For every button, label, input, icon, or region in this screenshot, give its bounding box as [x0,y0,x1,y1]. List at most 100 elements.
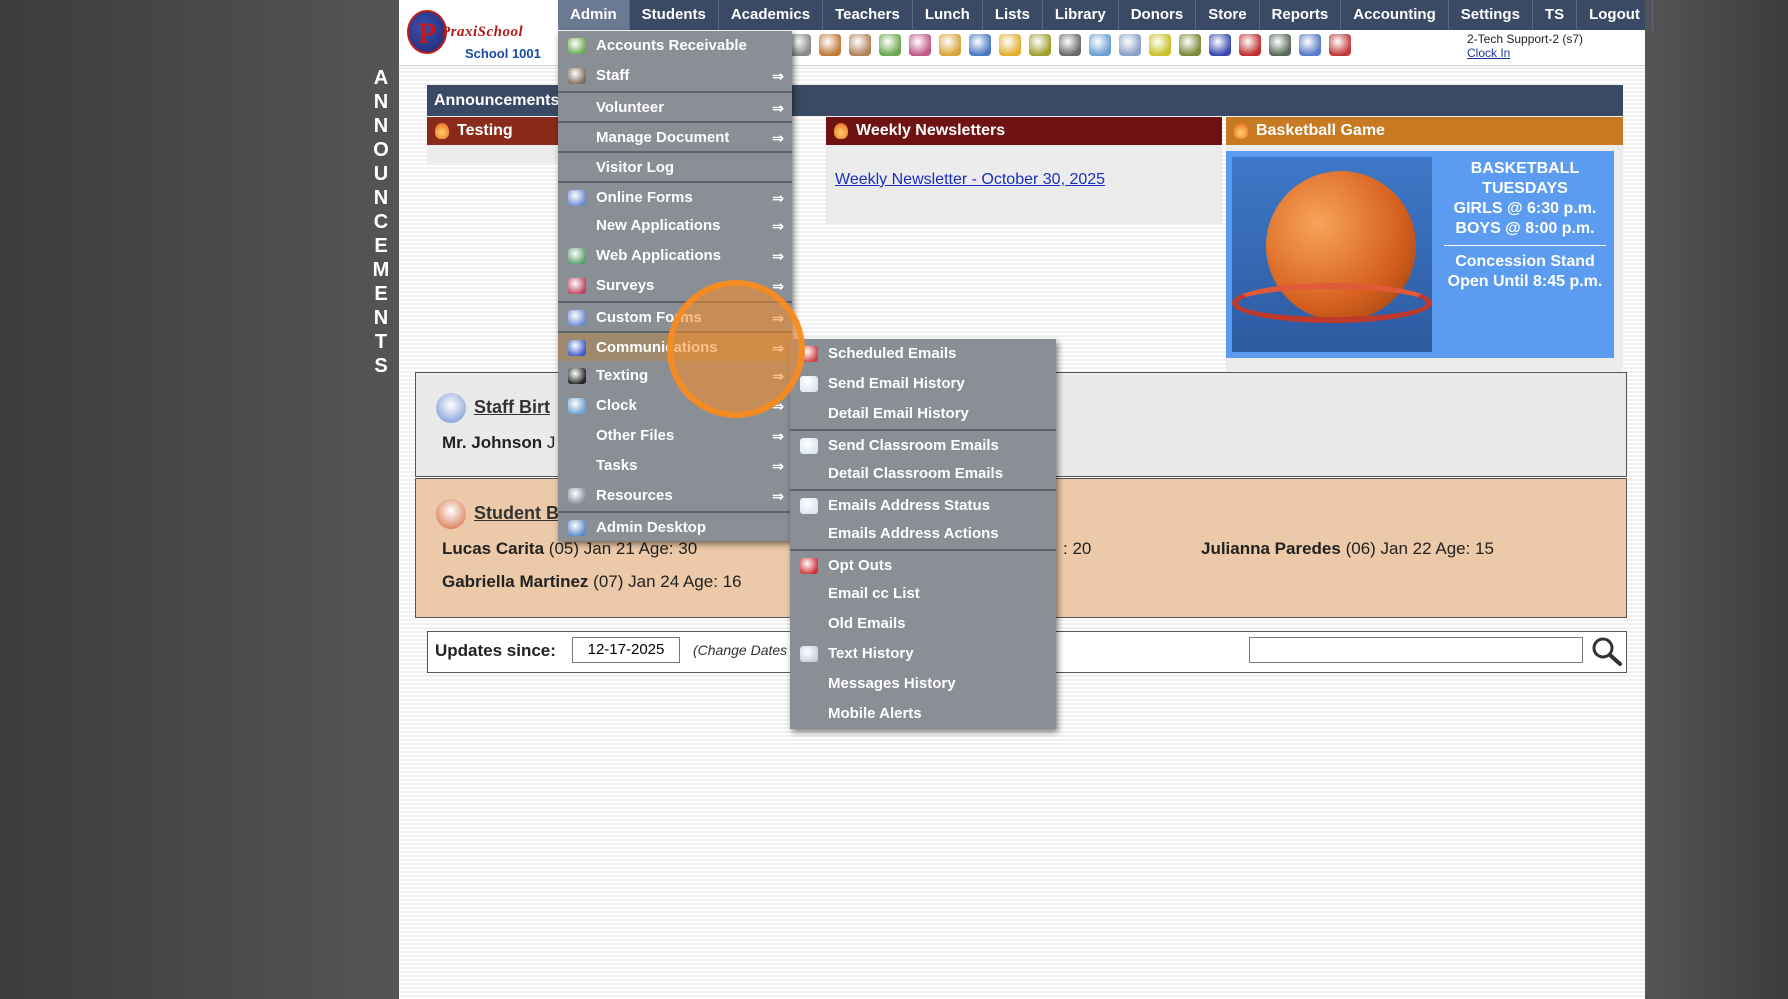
flame-icon [435,123,449,139]
envelope-icon [800,498,818,514]
nav-lunch[interactable]: Lunch [913,0,983,30]
menu-item-online-forms[interactable]: Online Forms ⇒ [558,181,792,211]
nav-ts[interactable]: TS [1533,0,1578,30]
menu-item-accounts-receivable[interactable]: Accounts Receivable [558,31,792,61]
menu-item-admin-desktop[interactable]: Admin Desktop [558,511,792,541]
menu-item-resources[interactable]: Resources ⇒ [558,481,792,511]
announcement-basketball-header: Basketball Game [1226,117,1623,145]
nav-logout[interactable]: Logout [1577,0,1653,30]
nav-settings[interactable]: Settings [1449,0,1533,30]
money-icon[interactable] [879,34,901,56]
menu-item-emails-address-actions[interactable]: Emails Address Actions [790,519,1056,549]
updates-date-input[interactable]: 12-17-2025 [572,637,680,663]
menu-item-new-applications[interactable]: New Applications ⇒ [558,211,792,241]
submenu-arrow-icon: ⇒ [772,488,784,504]
submenu-arrow-icon: ⇒ [772,278,784,294]
student-birthdays-title[interactable]: Student B [474,503,559,524]
menu-item-label: Send Email History [828,375,965,392]
menu-item-clock[interactable]: Clock ⇒ [558,391,792,421]
lunch-icon[interactable] [939,34,961,56]
menu-item-visitor-log[interactable]: Visitor Log [558,151,792,181]
menu-item-volunteer[interactable]: Volunteer ⇒ [558,91,792,121]
vertical-letter: A [373,67,389,89]
menu-item-email-cc-list[interactable]: Email cc List [790,579,1056,609]
nav-admin[interactable]: Admin [558,0,630,30]
money-icon [568,38,586,54]
menu-item-label: Visitor Log [596,159,675,176]
newsletter-link[interactable]: Weekly Newsletter - October 30, 2025 [835,171,1105,189]
basketball-line: TUESDAYS [1482,180,1568,197]
teacher-icon[interactable] [849,34,871,56]
menu-item-label: Clock [596,397,637,414]
search-icon[interactable] [1591,636,1623,666]
nav-academics[interactable]: Academics [719,0,824,30]
menu-item-messages-history[interactable]: Messages History [790,669,1056,699]
submenu-arrow-icon: ⇒ [772,130,784,146]
html-icon [568,190,586,206]
nav-library[interactable]: Library [1043,0,1119,30]
menu-item-text-history[interactable]: Text History [790,639,1056,669]
menu-item-manage-document[interactable]: Manage Document ⇒ [558,121,792,151]
nav-donors[interactable]: Donors [1119,0,1197,30]
menu-item-staff[interactable]: Staff ⇒ [558,61,792,91]
nav-accounting[interactable]: Accounting [1341,0,1449,30]
menu-item-texting[interactable]: Texting ⇒ [558,361,792,391]
menu-item-detail-email-history[interactable]: Detail Email History [790,399,1056,429]
table-icon[interactable] [1119,34,1141,56]
nav-teachers[interactable]: Teachers [823,0,913,30]
menu-item-custom-forms[interactable]: Custom Forms ⇒ [558,301,792,331]
menu-item-label: Opt Outs [828,557,893,574]
menu-item-web-applications[interactable]: Web Applications ⇒ [558,241,792,271]
basketball-line: BASKETBALL [1470,160,1580,177]
card-icon[interactable] [1149,34,1171,56]
nav-store[interactable]: Store [1196,0,1260,30]
menu-item-scheduled-emails[interactable]: Scheduled Emails [790,339,1056,369]
staff-birthday-detail: J [546,433,556,452]
staff-icon[interactable] [1059,34,1081,56]
submenu-arrow-icon: ⇒ [772,190,784,206]
menu-item-old-emails[interactable]: Old Emails [790,609,1056,639]
vertical-letter: C [373,211,389,233]
concession-line: Open Until 8:45 p.m. [1447,273,1603,290]
menu-item-mobile-alerts[interactable]: Mobile Alerts [790,699,1056,729]
nav-lists[interactable]: Lists [983,0,1043,30]
staff-birthdays-title[interactable]: Staff Birt [474,397,550,418]
menu-item-communications[interactable]: Communications ⇒ [558,331,792,361]
clock-in-link[interactable]: Clock In [1467,46,1583,60]
ap-icon[interactable] [1209,34,1231,56]
menu-item-send-classroom-emails[interactable]: Send Classroom Emails [790,429,1056,459]
submenu-arrow-icon: ⇒ [772,398,784,414]
announcement-newsletters-header: Weekly Newsletters [826,117,1222,145]
announce-icon[interactable] [999,34,1021,56]
change-dates-link[interactable]: (Change Dates [693,642,787,658]
clock-icon[interactable] [1089,34,1111,56]
menu-item-label: Emails Address Actions [828,525,999,542]
menu-item-other-files[interactable]: Other Files ⇒ [558,421,792,451]
student-icon[interactable] [819,34,841,56]
menu-item-tasks[interactable]: Tasks ⇒ [558,451,792,481]
announcement-basketball-title: Basketball Game [1256,122,1385,139]
pdf-icon[interactable] [1239,34,1261,56]
power-icon[interactable] [1329,34,1351,56]
cash-icon[interactable] [1269,34,1291,56]
praxischool-logo[interactable]: P PraxiSchool School 1001 [403,6,553,64]
menu-item-surveys[interactable]: Surveys ⇒ [558,271,792,301]
people-icon[interactable] [909,34,931,56]
menu-item-emails-address-status[interactable]: Emails Address Status [790,489,1056,519]
arrow-icon[interactable] [1029,34,1051,56]
menu-item-send-email-history[interactable]: Send Email History [790,369,1056,399]
menu-item-detail-classroom-emails[interactable]: Detail Classroom Emails [790,459,1056,489]
help-icon[interactable] [1299,34,1321,56]
megaphone-icon[interactable] [789,34,811,56]
vertical-letter: U [373,163,389,185]
menu-item-label: Manage Document [596,129,730,146]
menu-item-opt-outs[interactable]: Opt Outs [790,549,1056,579]
toolbar [789,34,1351,56]
nav-students[interactable]: Students [630,0,719,30]
nav-reports[interactable]: Reports [1260,0,1342,30]
print-icon[interactable] [1179,34,1201,56]
staff-name: Mr. Johnson [442,433,543,452]
book-icon[interactable] [969,34,991,56]
basketball-line: GIRLS @ 6:30 p.m. [1453,200,1597,217]
search-input[interactable] [1249,637,1583,663]
